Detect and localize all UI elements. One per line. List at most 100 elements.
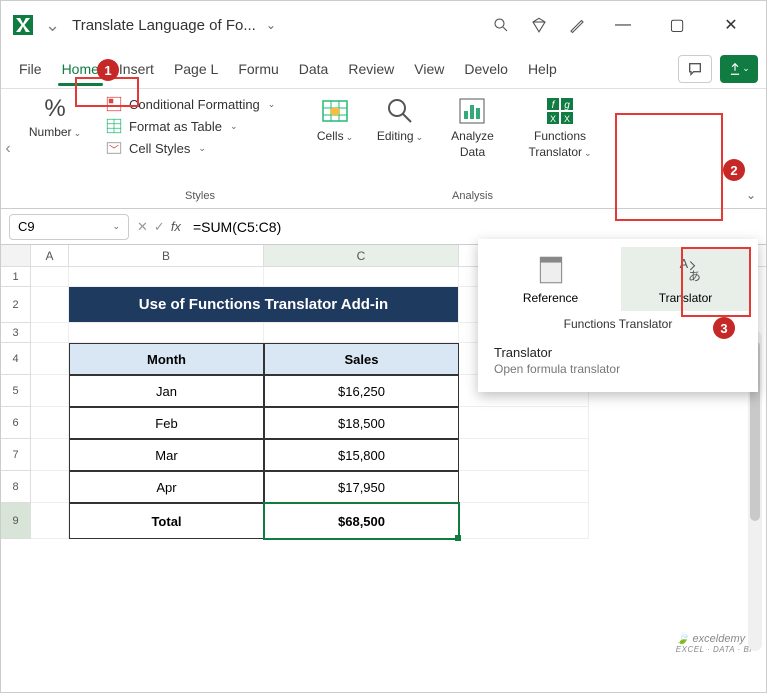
ribbon-group-functions-translator: f g X X Functions Translator⌄ bbox=[510, 89, 610, 208]
cell[interactable] bbox=[264, 323, 459, 343]
row-header-1[interactable]: 1 bbox=[1, 267, 31, 287]
tab-view[interactable]: View bbox=[404, 53, 454, 85]
cell[interactable] bbox=[459, 503, 589, 539]
tooltip-body: Open formula translator bbox=[494, 362, 742, 376]
cell-month[interactable]: Feb bbox=[69, 407, 264, 439]
ribbon-group-cells: Cells⌄ bbox=[305, 89, 365, 208]
cells-button[interactable]: Cells⌄ bbox=[317, 95, 353, 143]
cell-total-value[interactable]: $68,500 bbox=[264, 503, 459, 539]
cell[interactable] bbox=[31, 503, 69, 539]
cell-total-label[interactable]: Total bbox=[69, 503, 264, 539]
watermark: 🍃 exceldemy EXCEL · DATA · BI bbox=[676, 632, 752, 654]
callout-3: 3 bbox=[713, 317, 735, 339]
row-header-4[interactable]: 4 bbox=[1, 343, 31, 375]
analysis-group-label: Analysis bbox=[452, 190, 493, 202]
col-header-b[interactable]: B bbox=[69, 245, 264, 266]
tab-review[interactable]: Review bbox=[338, 53, 404, 85]
row-header-6[interactable]: 6 bbox=[1, 407, 31, 439]
collapse-ribbon-button[interactable]: ⌄ bbox=[746, 188, 756, 202]
table-icon bbox=[105, 117, 123, 135]
row-header-5[interactable]: 5 bbox=[1, 375, 31, 407]
functions-translator-icon: f g X X bbox=[544, 95, 576, 127]
namebox-dropdown-icon[interactable]: ⌄ bbox=[112, 221, 120, 232]
tab-file[interactable]: File bbox=[9, 53, 52, 85]
svg-text:g: g bbox=[564, 100, 570, 111]
cell[interactable] bbox=[459, 439, 589, 471]
row-header-8[interactable]: 8 bbox=[1, 471, 31, 503]
header-month[interactable]: Month bbox=[69, 343, 264, 375]
ribbon-group-analysis: Analyze Data Analysis bbox=[435, 89, 510, 208]
select-all-corner[interactable] bbox=[1, 245, 31, 266]
tab-help[interactable]: Help bbox=[518, 53, 567, 85]
titlebar: ⌄ Translate Language of Fo... ⌄ — ▢ ✕ bbox=[1, 1, 766, 49]
cell[interactable] bbox=[31, 439, 69, 471]
cells-icon bbox=[319, 95, 351, 127]
cell[interactable] bbox=[31, 407, 69, 439]
editing-button[interactable]: Editing⌄ bbox=[377, 95, 423, 143]
document-title[interactable]: Translate Language of Fo... bbox=[72, 17, 256, 34]
close-button[interactable]: ✕ bbox=[708, 10, 754, 40]
reference-button[interactable]: Reference bbox=[486, 247, 615, 311]
enter-formula-icon[interactable]: ✓ bbox=[154, 219, 165, 235]
excel-app-icon[interactable] bbox=[13, 15, 33, 35]
qat-separator: ⌄ bbox=[45, 15, 60, 36]
cell-month[interactable]: Apr bbox=[69, 471, 264, 503]
cell-sales[interactable]: $17,950 bbox=[264, 471, 459, 503]
functions-translator-button[interactable]: f g X X Functions Translator⌄ bbox=[528, 95, 591, 159]
cell-styles-icon bbox=[105, 139, 123, 157]
cell-sales[interactable]: $15,800 bbox=[264, 439, 459, 471]
format-as-table-button[interactable]: Format as Table⌄ bbox=[105, 117, 238, 135]
cell[interactable] bbox=[31, 287, 69, 323]
fx-icon[interactable]: fx bbox=[171, 219, 181, 234]
tab-data[interactable]: Data bbox=[289, 53, 339, 85]
reference-icon bbox=[534, 253, 568, 287]
highlight-functions-translator bbox=[615, 113, 723, 221]
cell[interactable] bbox=[31, 267, 69, 287]
cell[interactable] bbox=[31, 375, 69, 407]
styles-group-label: Styles bbox=[185, 190, 215, 202]
row-header-7[interactable]: 7 bbox=[1, 439, 31, 471]
title-banner[interactable]: Use of Functions Translator Add-in bbox=[69, 287, 459, 323]
minimize-button[interactable]: — bbox=[600, 10, 646, 40]
name-box[interactable]: C9⌄ bbox=[9, 214, 129, 240]
col-header-c[interactable]: C bbox=[264, 245, 459, 266]
pen-icon[interactable] bbox=[562, 10, 592, 40]
analyze-data-button[interactable]: Analyze Data bbox=[451, 95, 494, 159]
cell[interactable] bbox=[264, 267, 459, 287]
tab-formulas[interactable]: Formu bbox=[228, 53, 288, 85]
cell-month[interactable]: Jan bbox=[69, 375, 264, 407]
row-header-9[interactable]: 9 bbox=[1, 503, 31, 539]
cell[interactable] bbox=[31, 323, 69, 343]
cell[interactable] bbox=[69, 323, 264, 343]
ribbon-scroll-left[interactable]: ‹ bbox=[1, 89, 15, 208]
premium-diamond-icon[interactable] bbox=[524, 10, 554, 40]
cell[interactable] bbox=[69, 267, 264, 287]
cell[interactable] bbox=[459, 407, 589, 439]
cell-month[interactable]: Mar bbox=[69, 439, 264, 471]
share-button[interactable]: ⌄ bbox=[720, 55, 758, 83]
svg-text:X: X bbox=[564, 114, 570, 124]
cell-sales[interactable]: $16,250 bbox=[264, 375, 459, 407]
tab-developer[interactable]: Develo bbox=[454, 53, 518, 85]
cell-sales[interactable]: $18,500 bbox=[264, 407, 459, 439]
row-header-3[interactable]: 3 bbox=[1, 323, 31, 343]
cell[interactable] bbox=[31, 343, 69, 375]
header-sales[interactable]: Sales bbox=[264, 343, 459, 375]
callout-2: 2 bbox=[723, 159, 745, 181]
title-dropdown-icon[interactable]: ⌄ bbox=[266, 18, 276, 32]
comments-button[interactable] bbox=[678, 55, 712, 83]
number-format-button[interactable]: % Number⌄ bbox=[29, 95, 81, 139]
cancel-formula-icon[interactable]: ✕ bbox=[137, 219, 148, 235]
maximize-button[interactable]: ▢ bbox=[654, 10, 700, 40]
col-header-a[interactable]: A bbox=[31, 245, 69, 266]
cell[interactable] bbox=[31, 471, 69, 503]
dropdown-group-label: Functions Translator bbox=[486, 317, 750, 331]
callout-1: 1 bbox=[97, 59, 119, 81]
row-header-2[interactable]: 2 bbox=[1, 287, 31, 323]
cell[interactable] bbox=[459, 471, 589, 503]
analyze-icon bbox=[456, 95, 488, 127]
cell-styles-button[interactable]: Cell Styles⌄ bbox=[105, 139, 206, 157]
tooltip-title: Translator bbox=[494, 345, 742, 360]
search-icon[interactable] bbox=[486, 10, 516, 40]
tab-page-layout[interactable]: Page L bbox=[164, 53, 228, 85]
